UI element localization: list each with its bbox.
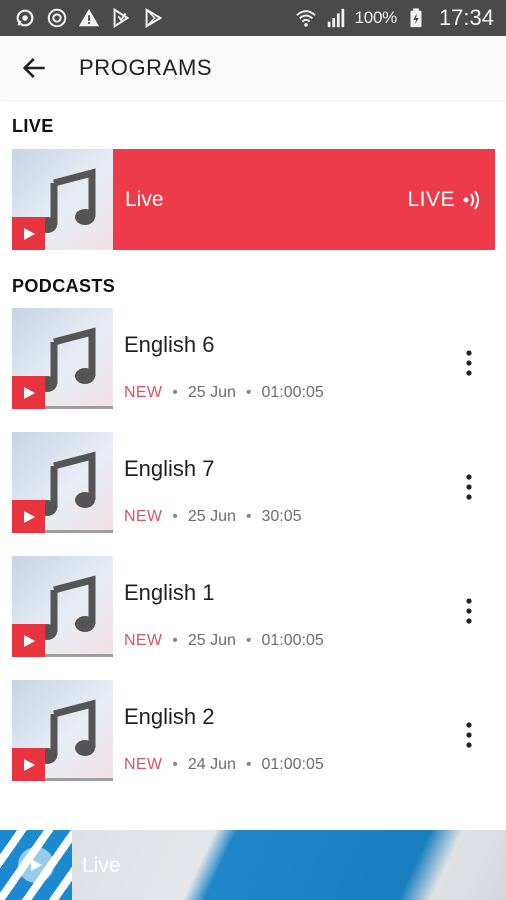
podcast-title: English 2 [124, 704, 215, 729]
play-button[interactable] [12, 624, 45, 657]
podcast-meta: NEW • 25 Jun • 01:00:05 [124, 384, 324, 402]
podcasts-section-heading: PODCASTS [12, 276, 116, 296]
podcast-duration: 30:05 [261, 508, 302, 525]
more-options-button[interactable] [450, 344, 488, 382]
separator: • [172, 384, 178, 401]
podcast-duration: 01:00:05 [261, 384, 324, 401]
more-options-button[interactable] [450, 716, 488, 754]
podcast-duration: 01:00:05 [261, 756, 324, 773]
podcast-thumbnail [12, 432, 113, 533]
mini-player-play-button[interactable] [18, 847, 54, 883]
play-button[interactable] [12, 500, 45, 533]
music-note-icon [37, 699, 96, 764]
podcast-meta: NEW • 25 Jun • 01:00:05 [124, 632, 324, 650]
separator: • [245, 384, 252, 401]
play-icon [31, 859, 42, 871]
podcast-meta: NEW • 24 Jun • 01:00:05 [124, 756, 324, 774]
live-badge-label: LIVE [407, 187, 455, 211]
notification-icons [14, 7, 164, 29]
new-badge: NEW [124, 508, 163, 525]
live-thumbnail [12, 149, 113, 250]
play-icon [23, 510, 35, 523]
back-button[interactable] [10, 44, 58, 92]
app-bar: PROGRAMS [0, 36, 506, 100]
music-note-icon [37, 575, 96, 640]
system-icons: 100% 17:34 [295, 5, 494, 31]
play-button[interactable] [12, 376, 45, 409]
list-item[interactable]: English 6 NEW • 25 Jun • 01:00:05 [0, 308, 506, 418]
more-vert-icon [466, 722, 472, 748]
new-badge: NEW [124, 384, 163, 401]
play-icon [23, 758, 35, 771]
play-button[interactable] [12, 217, 45, 250]
podcast-date: 25 Jun [187, 508, 236, 525]
play-icon [23, 634, 35, 647]
music-note-icon [37, 168, 96, 233]
battery-charging-icon [405, 7, 427, 29]
status-bar: 100% 17:34 [0, 0, 506, 36]
sync-icon [46, 7, 68, 29]
page-title: PROGRAMS [79, 55, 213, 80]
music-note-icon [37, 327, 96, 392]
play-icon [23, 386, 35, 399]
separator: • [172, 508, 178, 525]
podcast-date: 25 Jun [187, 632, 236, 649]
podcast-thumbnail [12, 308, 113, 409]
live-banner: Live LIVE [113, 149, 495, 250]
warning-icon [78, 7, 100, 29]
whatsapp-icon [14, 7, 36, 29]
signal-icon [325, 7, 347, 29]
podcast-duration: 01:00:05 [261, 632, 324, 649]
play-button[interactable] [12, 748, 45, 781]
podcast-date: 25 Jun [187, 384, 236, 401]
separator: • [245, 756, 252, 773]
more-vert-icon [466, 598, 472, 624]
live-badge: LIVE [407, 188, 483, 212]
clock: 17:34 [438, 5, 494, 30]
wifi-icon [295, 7, 317, 29]
new-badge: NEW [124, 756, 163, 773]
separator: • [172, 756, 178, 773]
podcast-meta: NEW • 25 Jun • 30:05 [124, 508, 302, 526]
live-stream-card[interactable]: Live LIVE [12, 149, 495, 250]
more-vert-icon [466, 474, 472, 500]
new-badge: NEW [124, 632, 163, 649]
more-vert-icon [466, 350, 472, 376]
more-options-button[interactable] [450, 592, 488, 630]
separator: • [245, 632, 252, 649]
mini-player-title: Live [82, 854, 121, 877]
more-options-button[interactable] [450, 468, 488, 506]
mini-player[interactable]: Live [0, 830, 506, 900]
battery-percentage: 100% [354, 8, 398, 27]
podcast-date: 24 Jun [187, 756, 236, 773]
download-icon [110, 7, 132, 29]
podcast-thumbnail [12, 556, 113, 657]
podcast-thumbnail [12, 680, 113, 781]
play-icon [23, 227, 35, 240]
live-title: Live [125, 187, 164, 211]
broadcast-icon [463, 189, 479, 210]
separator: • [245, 508, 252, 525]
arrow-left-icon [22, 58, 45, 78]
list-item[interactable]: English 1 NEW • 25 Jun • 01:00:05 [0, 556, 506, 666]
list-item[interactable]: English 7 NEW • 25 Jun • 30:05 [0, 432, 506, 542]
music-note-icon [37, 451, 96, 516]
live-section-heading: LIVE [12, 116, 54, 136]
podcast-title: English 1 [124, 580, 215, 605]
podcast-title: English 7 [124, 456, 215, 481]
separator: • [172, 632, 178, 649]
list-item[interactable]: English 2 NEW • 24 Jun • 01:00:05 [0, 680, 506, 790]
podcast-title: English 6 [124, 332, 215, 357]
play-store-icon [142, 7, 164, 29]
